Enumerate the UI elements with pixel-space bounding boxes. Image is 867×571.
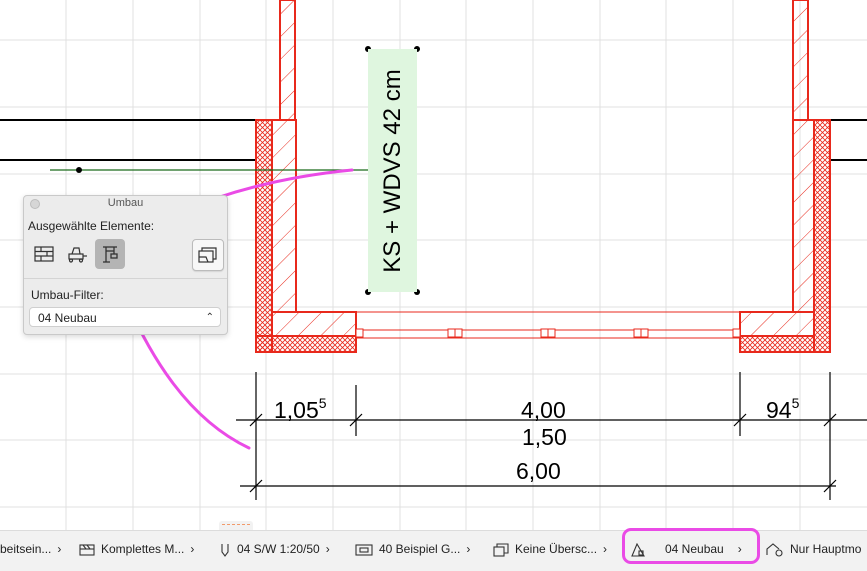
existing-status-button[interactable] [29,239,59,269]
existing-walls [0,119,867,161]
palette-divider [24,278,227,279]
demolish-icon [68,247,87,263]
dim-total: 6,00 [516,458,561,484]
new-walls [255,0,831,353]
chevron-right-icon: › [190,542,195,556]
statusbar-item-graphic-override[interactable]: 40 Beispiel G... › [355,540,470,558]
wall-label-text: KS + WDVS 42 cm [378,68,406,273]
demolish-status-button[interactable] [62,239,92,269]
dim-right: 945 [766,395,800,423]
renovation-status-buttons [29,239,224,271]
chevron-right-icon: › [603,542,608,556]
close-icon[interactable] [30,199,40,209]
dim-center: 4,00 [521,397,566,423]
model-view-icon [79,544,95,556]
selected-elements-label: Ausgewählte Elemente: [28,219,155,233]
dim-opening: 1,50 [522,424,567,450]
wall-label[interactable]: KS + WDVS 42 cm [368,49,417,292]
statusbar-item-structural[interactable]: Nur Hauptmo [766,540,861,558]
new-status-button[interactable] [95,239,125,269]
chevron-right-icon: › [466,542,471,556]
statusbar-item-model-view[interactable]: Komplettes M... › [79,540,194,558]
pen-set-icon [221,543,229,557]
override-icon [493,543,509,557]
palette-title-bar[interactable]: Umbau [24,196,227,210]
statusbar-item-override[interactable]: Keine Übersc... › [493,540,607,558]
overrides-icon [198,247,217,263]
overrides-button[interactable] [192,239,224,271]
graphic-override-icon [355,544,373,556]
filter-value: 04 Neubau [38,311,97,325]
dim-left: 1,055 [274,395,327,423]
statusbar-item-pen-set[interactable]: 04 S/W 1:20/50 › [219,540,330,558]
statusbar-item-layer[interactable]: beitsein... › [0,540,61,558]
chevron-updown-icon: ⌃ [205,312,214,323]
palette-title: Umbau [107,197,144,209]
renovation-palette[interactable]: Umbau Ausgewählte Elemente: Umbau-Filter… [23,195,228,335]
structural-icon [766,543,783,557]
chevron-right-icon: › [325,542,330,556]
filter-label: Umbau-Filter: [31,288,104,302]
bricks-icon [34,246,54,262]
label-leader [50,167,368,173]
renovation-filter-select[interactable]: 04 Neubau ⌃ [29,307,221,327]
new-construction-icon [103,246,118,263]
chevron-right-icon: › [57,542,62,556]
annotation-highlight-box [622,528,760,564]
